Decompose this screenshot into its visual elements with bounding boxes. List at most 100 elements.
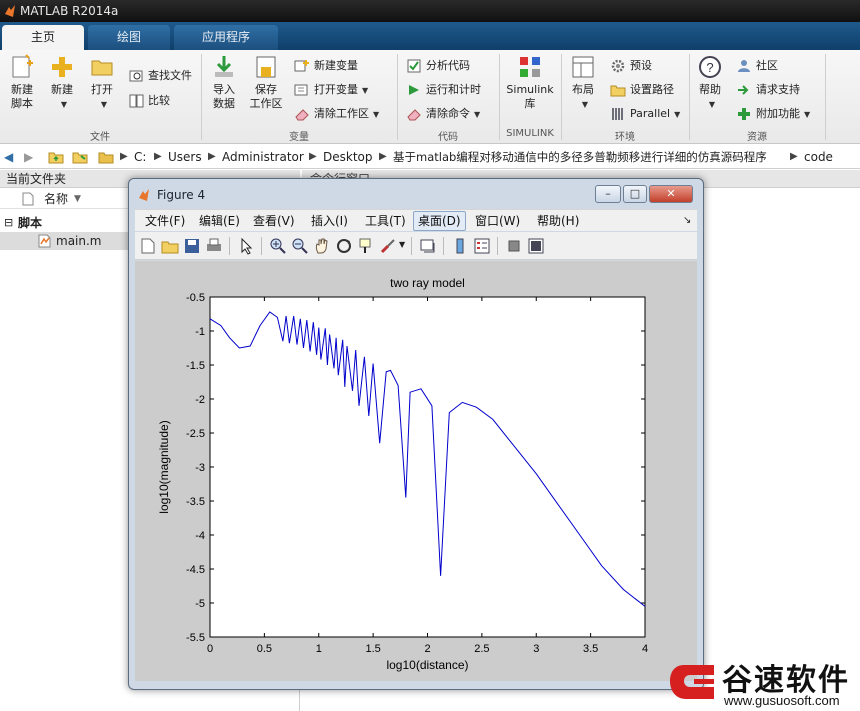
new-script-button[interactable]: 新建 脚本 [4,54,40,111]
save-workspace-button[interactable]: 保存 工作区 [246,54,286,111]
watermark: 谷速软件 www.gusuosoft.com [662,655,860,711]
folder-icon [610,85,626,97]
toolbar-separator [261,237,262,255]
layout-icon [572,56,594,78]
request-support-button[interactable]: 请求支持 [736,80,800,100]
maximize-button[interactable]: □ [623,185,647,203]
compare-button[interactable]: 比较 [128,91,170,111]
x-tick-label: 2.5 [474,643,489,655]
tab-apps[interactable]: 应用程序 [174,25,278,50]
clear-commands-button[interactable]: 清除命令 ▼ [406,104,480,124]
tab-home[interactable]: 主页 [2,25,84,50]
close-button[interactable]: ✕ [649,185,693,203]
legend-icon[interactable] [473,237,491,255]
pan-hand-icon[interactable] [313,237,331,255]
save-icon[interactable] [183,237,201,255]
clear-workspace-button[interactable]: 清除工作区 ▼ [294,104,379,124]
matlab-logo-icon [5,5,15,17]
figure-canvas[interactable]: two ray model log10(distance) log10(magn… [135,261,697,681]
analyze-code-label: 分析代码 [426,59,470,72]
figure-menu-bar: 文件(F) 编辑(E) 查看(V) 插入(I) 工具(T) 桌面(D) 窗口(W… [135,209,697,231]
app-title: MATLAB R2014a [20,4,119,18]
x-tick-label: 1.5 [365,643,380,655]
clear-commands-label: 清除命令 [426,107,470,120]
breadcrumb-code[interactable]: code [804,145,833,169]
group-label-resources: 资源 [747,132,767,143]
new-variable-button[interactable]: 新建变量 [294,56,358,76]
file-icon [22,192,34,206]
colorbar-icon[interactable] [451,237,469,255]
folder-icon [91,60,113,76]
line-chart[interactable]: two ray model log10(distance) log10(magn… [135,261,697,681]
forward-arrow-icon[interactable]: ▶ [24,145,33,169]
folder-icon [98,152,114,164]
breadcrumb-users[interactable]: Users [168,145,202,169]
print-icon[interactable] [205,237,223,255]
menu-insert[interactable]: 插入(I) [307,210,352,232]
layout-button[interactable]: 布局 ▼ [566,54,600,112]
parallel-icon [612,108,623,120]
clear-workspace-label: 清除工作区 [314,107,369,120]
brush-icon[interactable] [379,237,397,255]
new-figure-icon[interactable] [139,237,157,255]
breadcrumb-drive[interactable]: C: [134,145,146,169]
import-data-button[interactable]: 导入 数据 [206,54,242,111]
hide-plot-tools-icon[interactable] [505,237,523,255]
back-arrow-icon[interactable]: ◀ [4,145,13,169]
parallel-button[interactable]: Parallel ▼ [610,104,680,124]
breadcrumb-separator: ▶ [154,151,162,162]
y-axis-label: log10(magnitude) [157,420,171,513]
rotate-3d-icon[interactable] [335,237,353,255]
y-tick-label: -5 [195,598,205,610]
open-button[interactable]: 打开 ▼ [84,54,120,112]
chevron-down-icon[interactable]: ▼ [399,240,405,249]
breadcrumb-desktop[interactable]: Desktop [323,145,373,169]
open-variable-label: 打开变量 [314,83,358,96]
menu-view[interactable]: 查看(V) [249,210,299,232]
menu-help[interactable]: 帮助(H) [533,210,583,232]
chevron-down-icon: ▼ [581,100,589,109]
group-label-code: 代码 [438,132,458,143]
up-folder-icon[interactable] [48,149,64,165]
community-button[interactable]: 社区 [736,56,778,76]
new-button[interactable]: 新建 ▼ [44,54,80,112]
open-file-icon[interactable] [161,237,179,255]
run-and-time-label: 运行和计时 [426,83,481,96]
figure-title-bar[interactable]: Figure 4 – □ ✕ [135,183,697,207]
breadcrumb-separator: ▶ [208,151,216,162]
add-ons-button[interactable]: 附加功能 ▼ [736,104,810,124]
zoom-out-icon[interactable] [291,237,309,255]
set-path-button[interactable]: 设置路径 [610,80,674,100]
pointer-icon[interactable] [237,237,255,255]
brand-logo-icon [670,665,714,699]
breadcrumb-administrator[interactable]: Administrator [222,145,304,169]
analyze-code-button[interactable]: 分析代码 [406,56,470,76]
preferences-button[interactable]: 预设 [610,56,652,76]
toolbar-separator [411,237,412,255]
find-files-button[interactable]: 查找文件 [128,66,192,86]
link-plot-icon[interactable] [419,237,437,255]
menu-desktop[interactable]: 桌面(D) [413,211,466,231]
figure-window[interactable]: Figure 4 – □ ✕ 文件(F) 编辑(E) 查看(V) 插入(I) 工… [128,178,704,690]
collapse-icon[interactable]: ⊟ [4,214,13,232]
import-data-label: 导入 数据 [213,83,235,110]
new-variable-icon [294,60,309,72]
browse-folder-icon[interactable] [72,149,88,165]
app-title-bar: MATLAB R2014a [0,0,860,22]
menu-file[interactable]: 文件(F) [141,210,189,232]
simulink-library-button[interactable]: Simulink 库 [504,54,556,111]
tab-plots[interactable]: 绘图 [88,25,170,50]
menu-edit[interactable]: 编辑(E) [195,210,244,232]
show-plot-tools-icon[interactable] [527,237,545,255]
x-tick-label: 0 [207,643,213,655]
breadcrumb-project[interactable]: 基于matlab编程对移动通信中的多径多普勒频移进行详细的仿真源码程序 [393,145,767,169]
menu-tools[interactable]: 工具(T) [361,210,410,232]
zoom-in-icon[interactable] [269,237,287,255]
menu-window[interactable]: 窗口(W) [471,210,524,232]
dock-arrow-icon[interactable]: ↘ [683,210,691,232]
open-variable-button[interactable]: 打开变量 ▼ [294,80,368,100]
help-button[interactable]: ? 帮助 ▼ [694,54,726,112]
data-cursor-icon[interactable] [357,237,375,255]
run-and-time-button[interactable]: 运行和计时 [406,80,481,100]
minimize-button[interactable]: – [595,185,621,203]
